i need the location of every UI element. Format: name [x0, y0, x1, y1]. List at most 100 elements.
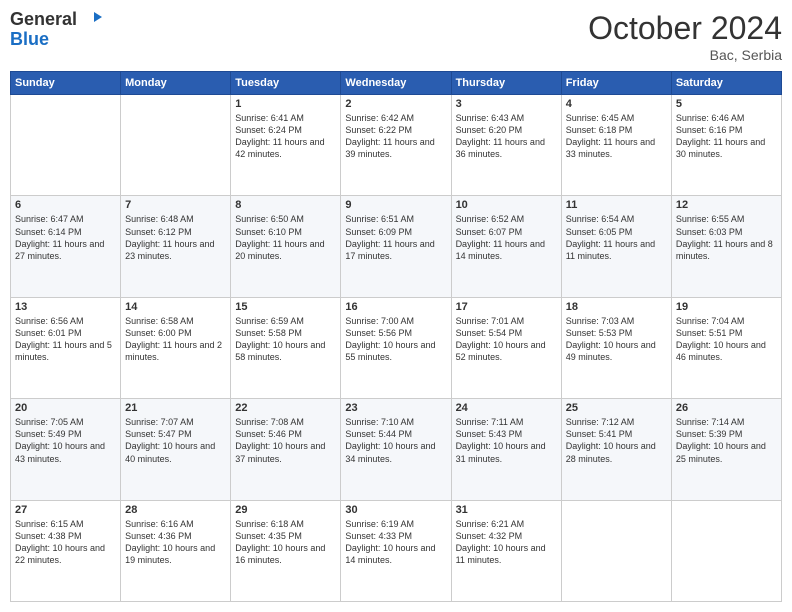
calendar-cell: 18 Sunrise: 7:03 AMSunset: 5:53 PMDayligh…	[561, 297, 671, 398]
col-header-sunday: Sunday	[11, 72, 121, 95]
calendar-cell: 7 Sunrise: 6:48 AMSunset: 6:12 PMDaylight…	[121, 196, 231, 297]
calendar-cell: 8 Sunrise: 6:50 AMSunset: 6:10 PMDaylight…	[231, 196, 341, 297]
calendar-cell: 3Sunrise: 6:43 AMSunset: 6:20 PMDaylight…	[451, 95, 561, 196]
calendar-cell	[671, 500, 781, 601]
cell-text: Sunrise: 6:58 AMSunset: 6:00 PMDaylight:…	[125, 315, 226, 364]
day-number: 25	[566, 402, 667, 414]
day-number: 17	[456, 301, 557, 313]
day-number: 3	[456, 98, 557, 110]
cell-text: Sunrise: 6:19 AMSunset: 4:33 PMDaylight:…	[345, 518, 446, 567]
cell-text: Sunrise: 6:59 AMSunset: 5:58 PMDaylight:…	[235, 315, 336, 364]
cell-text: Sunrise: 7:14 AMSunset: 5:39 PMDaylight:…	[676, 416, 777, 465]
logo: General Blue	[10, 10, 104, 50]
cell-text: Sunrise: 6:50 AMSunset: 6:10 PMDaylight:…	[235, 213, 336, 262]
cell-text: Sunrise: 6:52 AMSunset: 6:07 PMDaylight:…	[456, 213, 557, 262]
cell-text: Sunrise: 6:15 AMSunset: 4:38 PMDaylight:…	[15, 518, 116, 567]
day-number: 27	[15, 504, 116, 516]
calendar-cell	[121, 95, 231, 196]
cell-text: Sunrise: 6:42 AMSunset: 6:22 PMDaylight:…	[345, 112, 446, 161]
day-number: 31	[456, 504, 557, 516]
calendar-table: SundayMondayTuesdayWednesdayThursdayFrid…	[10, 71, 782, 602]
calendar-cell: 1 Sunrise: 6:41 AMSunset: 6:24 PMDaylight…	[231, 95, 341, 196]
calendar-cell: 20 Sunrise: 7:05 AMSunset: 5:49 PMDayligh…	[11, 399, 121, 500]
cell-text: Sunrise: 7:04 AMSunset: 5:51 PMDaylight:…	[676, 315, 777, 364]
day-number: 12	[676, 199, 777, 211]
calendar-cell: 30 Sunrise: 6:19 AMSunset: 4:33 PMDayligh…	[341, 500, 451, 601]
day-number: 18	[566, 301, 667, 313]
calendar-cell: 15 Sunrise: 6:59 AMSunset: 5:58 PMDayligh…	[231, 297, 341, 398]
title-area: October 2024 Bac, Serbia	[588, 10, 782, 63]
cell-text: Sunrise: 7:00 AMSunset: 5:56 PMDaylight:…	[345, 315, 446, 364]
calendar-cell: 23Sunrise: 7:10 AMSunset: 5:44 PMDayligh…	[341, 399, 451, 500]
calendar-week-row: 13Sunrise: 6:56 AMSunset: 6:01 PMDayligh…	[11, 297, 782, 398]
calendar-cell: 21 Sunrise: 7:07 AMSunset: 5:47 PMDayligh…	[121, 399, 231, 500]
day-number: 22	[235, 402, 336, 414]
cell-text: Sunrise: 6:51 AMSunset: 6:09 PMDaylight:…	[345, 213, 446, 262]
day-number: 1	[235, 98, 336, 110]
col-header-wednesday: Wednesday	[341, 72, 451, 95]
day-number: 29	[235, 504, 336, 516]
day-number: 8	[235, 199, 336, 211]
day-number: 14	[125, 301, 226, 313]
cell-text: Sunrise: 7:11 AMSunset: 5:43 PMDaylight:…	[456, 416, 557, 465]
cell-text: Sunrise: 6:16 AMSunset: 4:36 PMDaylight:…	[125, 518, 226, 567]
day-number: 24	[456, 402, 557, 414]
cell-text: Sunrise: 6:41 AMSunset: 6:24 PMDaylight:…	[235, 112, 336, 161]
calendar-cell: 6Sunrise: 6:47 AMSunset: 6:14 PMDaylight…	[11, 196, 121, 297]
calendar-cell: 10Sunrise: 6:52 AMSunset: 6:07 PMDayligh…	[451, 196, 561, 297]
cell-text: Sunrise: 6:45 AMSunset: 6:18 PMDaylight:…	[566, 112, 667, 161]
cell-text: Sunrise: 6:56 AMSunset: 6:01 PMDaylight:…	[15, 315, 116, 364]
day-number: 6	[15, 199, 116, 211]
calendar-week-row: 6Sunrise: 6:47 AMSunset: 6:14 PMDaylight…	[11, 196, 782, 297]
header: General Blue October 2024 Bac, Serbia	[10, 10, 782, 63]
calendar-cell: 22Sunrise: 7:08 AMSunset: 5:46 PMDayligh…	[231, 399, 341, 500]
calendar-cell: 16 Sunrise: 7:00 AMSunset: 5:56 PMDayligh…	[341, 297, 451, 398]
cell-text: Sunrise: 7:05 AMSunset: 5:49 PMDaylight:…	[15, 416, 116, 465]
col-header-tuesday: Tuesday	[231, 72, 341, 95]
cell-text: Sunrise: 6:21 AMSunset: 4:32 PMDaylight:…	[456, 518, 557, 567]
day-number: 15	[235, 301, 336, 313]
day-number: 19	[676, 301, 777, 313]
calendar-week-row: 1 Sunrise: 6:41 AMSunset: 6:24 PMDaylight…	[11, 95, 782, 196]
col-header-saturday: Saturday	[671, 72, 781, 95]
cell-text: Sunrise: 6:55 AMSunset: 6:03 PMDaylight:…	[676, 213, 777, 262]
cell-text: Sunrise: 6:48 AMSunset: 6:12 PMDaylight:…	[125, 213, 226, 262]
day-number: 5	[676, 98, 777, 110]
day-number: 26	[676, 402, 777, 414]
day-number: 4	[566, 98, 667, 110]
day-number: 28	[125, 504, 226, 516]
day-number: 11	[566, 199, 667, 211]
day-number: 9	[345, 199, 446, 211]
calendar-cell: 26 Sunrise: 7:14 AMSunset: 5:39 PMDayligh…	[671, 399, 781, 500]
day-number: 30	[345, 504, 446, 516]
day-number: 2	[345, 98, 446, 110]
cell-text: Sunrise: 7:07 AMSunset: 5:47 PMDaylight:…	[125, 416, 226, 465]
day-number: 21	[125, 402, 226, 414]
calendar-cell: 11 Sunrise: 6:54 AMSunset: 6:05 PMDayligh…	[561, 196, 671, 297]
calendar-week-row: 20 Sunrise: 7:05 AMSunset: 5:49 PMDayligh…	[11, 399, 782, 500]
calendar-cell: 25 Sunrise: 7:12 AMSunset: 5:41 PMDayligh…	[561, 399, 671, 500]
col-header-thursday: Thursday	[451, 72, 561, 95]
calendar-cell	[561, 500, 671, 601]
col-header-monday: Monday	[121, 72, 231, 95]
logo-blue: Blue	[10, 29, 49, 49]
cell-text: Sunrise: 7:03 AMSunset: 5:53 PMDaylight:…	[566, 315, 667, 364]
day-number: 7	[125, 199, 226, 211]
day-number: 20	[15, 402, 116, 414]
day-number: 16	[345, 301, 446, 313]
col-header-friday: Friday	[561, 72, 671, 95]
cell-text: Sunrise: 7:12 AMSunset: 5:41 PMDaylight:…	[566, 416, 667, 465]
cell-text: Sunrise: 7:01 AMSunset: 5:54 PMDaylight:…	[456, 315, 557, 364]
page: General Blue October 2024 Bac, Serbia	[0, 0, 792, 612]
calendar-cell: 2 Sunrise: 6:42 AMSunset: 6:22 PMDaylight…	[341, 95, 451, 196]
logo-general: General	[10, 10, 104, 30]
calendar-cell: 4 Sunrise: 6:45 AMSunset: 6:18 PMDaylight…	[561, 95, 671, 196]
cell-text: Sunrise: 6:54 AMSunset: 6:05 PMDaylight:…	[566, 213, 667, 262]
calendar-cell: 31 Sunrise: 6:21 AMSunset: 4:32 PMDayligh…	[451, 500, 561, 601]
calendar-cell: 24 Sunrise: 7:11 AMSunset: 5:43 PMDayligh…	[451, 399, 561, 500]
calendar-header-row: SundayMondayTuesdayWednesdayThursdayFrid…	[11, 72, 782, 95]
calendar-cell: 13Sunrise: 6:56 AMSunset: 6:01 PMDayligh…	[11, 297, 121, 398]
cell-text: Sunrise: 7:10 AMSunset: 5:44 PMDaylight:…	[345, 416, 446, 465]
calendar-cell: 5Sunrise: 6:46 AMSunset: 6:16 PMDaylight…	[671, 95, 781, 196]
calendar-cell: 14 Sunrise: 6:58 AMSunset: 6:00 PMDayligh…	[121, 297, 231, 398]
